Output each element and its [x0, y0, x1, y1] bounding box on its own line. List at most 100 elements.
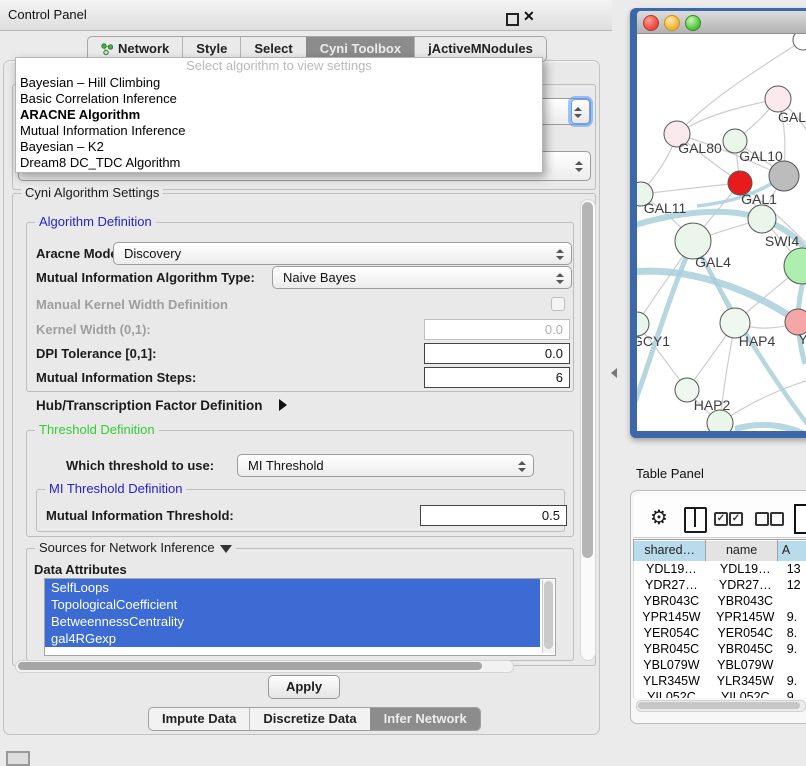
network-node[interactable] — [707, 410, 733, 431]
manual-kernel-checkbox[interactable] — [551, 297, 565, 311]
table-cell: 9. — [782, 609, 806, 625]
apply-button[interactable]: Apply — [268, 675, 340, 699]
table-row[interactable]: YBR043CYBR043C — [634, 593, 806, 609]
node-label-gal4: GAL4 — [695, 254, 731, 270]
mini-panel-button[interactable] — [6, 751, 30, 766]
which-threshold-combo[interactable]: MI Threshold — [237, 454, 534, 477]
unchecked-checkbox-icon[interactable] — [755, 512, 769, 526]
table-horizontal-scrollbar[interactable] — [636, 700, 806, 712]
table-panel-title: Table Panel — [636, 466, 704, 481]
dropdown-items: Bayesian – Hill ClimbingBasic Correlatio… — [16, 75, 542, 171]
settings-horizontal-scrollbar[interactable] — [15, 660, 514, 673]
table-cell: YER054C — [709, 625, 782, 641]
checked-checkbox-icon[interactable]: ✓ — [729, 512, 743, 526]
algorithm-dropdown-popup: Select algorithm to view settings Bayesi… — [15, 57, 543, 173]
kernel-width-field[interactable]: 0.0 — [424, 319, 570, 340]
table-row[interactable]: YER054CYER054C8. — [634, 625, 806, 641]
gear-icon[interactable]: ⚙ — [650, 507, 668, 529]
dropdown-item-bayesian-k2[interactable]: Bayesian – K2 — [16, 139, 542, 155]
node-label-hap2: HAP2 — [694, 397, 731, 413]
aracne-mode-label: Aracne Mode: — [36, 246, 122, 261]
bottom-tab-infer-network[interactable]: Infer Network — [370, 708, 480, 730]
column-header-name[interactable]: name — [706, 540, 777, 561]
network-node[interactable] — [793, 34, 806, 50]
dropdown-item-bayesian-hill-climbing[interactable]: Bayesian – Hill Climbing — [16, 75, 542, 91]
table-cell: YDL19… — [709, 561, 782, 577]
dropdown-item-basic-correlation-inference[interactable]: Basic Correlation Inference — [16, 91, 542, 107]
checked-checkbox-icon[interactable]: ✓ — [714, 512, 728, 526]
table-cell: 13 — [782, 561, 806, 577]
mi-threshold-field[interactable]: 0.5 — [420, 505, 567, 526]
network-node[interactable] — [748, 205, 776, 233]
close-icon[interactable]: ✕ — [523, 8, 535, 25]
dropdown-item-aracne-algorithm[interactable]: ARACNE Algorithm — [16, 107, 542, 123]
expander-arrow-icon[interactable] — [279, 399, 287, 411]
table-cell: YBR045C — [634, 641, 709, 657]
settings-horizontal-thumb[interactable] — [18, 662, 482, 670]
mi-type-label: Mutual Information Algorithm Type: — [36, 270, 255, 285]
table-row[interactable]: YDL19…YDL19…13 — [634, 561, 806, 577]
table-row[interactable]: YPR145WYPR145W9. — [634, 609, 806, 625]
columns-icon[interactable] — [684, 507, 707, 533]
dpi-tolerance-field[interactable]: 0.0 — [424, 343, 570, 364]
float-panel-icon[interactable] — [506, 13, 519, 26]
node-label-gal1: GAL1 — [741, 191, 777, 207]
mi-type-combo[interactable]: Naive Bayes — [272, 266, 572, 289]
hub-definition-expander[interactable]: Hub/Transcription Factor Definition — [36, 398, 263, 413]
table-cell: YIL052C — [634, 689, 709, 698]
minimize-traffic-light[interactable] — [664, 15, 680, 31]
algorithm-selector-stepper[interactable] — [571, 99, 590, 124]
table-row[interactable]: YIL052CYIL052C9 — [634, 689, 806, 698]
bottom-tab-impute-data[interactable]: Impute Data — [149, 708, 249, 730]
control-panel-titlebar — [0, 0, 612, 31]
settings-vertical-thumb[interactable] — [582, 202, 593, 558]
kernel-width-label: Kernel Width (0,1): — [36, 322, 151, 337]
attribute-item-topologicalcoefficient[interactable]: TopologicalCoefficient — [45, 596, 540, 613]
zoom-traffic-light[interactable] — [685, 15, 701, 31]
column-header-shared-[interactable]: shared… — [634, 540, 706, 561]
bottom-tab-discretize-data[interactable]: Discretize Data — [249, 708, 369, 730]
network-graph-canvas[interactable]: GALGAL80GAL10GAL1GAL11SWI4GAL4GCY1HAP4YH… — [637, 34, 806, 431]
splitter-collapse-icon[interactable] — [611, 368, 617, 378]
algorithm-definition-title: Algorithm Definition — [35, 214, 156, 229]
network-node[interactable] — [769, 161, 799, 191]
table-cell: 9. — [782, 641, 806, 657]
unchecked-checkbox-icon[interactable] — [770, 512, 784, 526]
sources-group-title[interactable]: Sources for Network Inference — [35, 540, 236, 555]
table-cell: YLR345W — [634, 673, 709, 689]
column-header-a[interactable]: A — [778, 540, 806, 561]
node-label-hap4: HAP4 — [739, 333, 776, 349]
table-cell: YDR27… — [709, 577, 782, 593]
table-horizontal-thumb[interactable] — [638, 702, 800, 709]
attribute-item-selfloops[interactable]: SelfLoops — [45, 579, 540, 596]
table-cell: YBL079W — [709, 657, 782, 673]
mi-steps-field[interactable]: 6 — [424, 367, 570, 388]
table-cell: YDR27… — [634, 577, 709, 593]
settings-vertical-scrollbar[interactable] — [580, 199, 596, 661]
attributes-scrollbar-thumb[interactable] — [544, 581, 553, 649]
data-attributes-label: Data Attributes — [34, 562, 127, 577]
table-cell: YBR045C — [709, 641, 782, 657]
attribute-item-gal4rgexp[interactable]: gal4RGexp — [45, 630, 540, 647]
close-traffic-light[interactable] — [643, 15, 659, 31]
dropdown-item-mutual-information-inference[interactable]: Mutual Information Inference — [16, 123, 542, 139]
manual-kernel-label: Manual Kernel Width Definition — [36, 297, 228, 312]
node-label-gal: GAL — [778, 109, 806, 125]
table-cell: YPR145W — [709, 609, 782, 625]
data-attributes-list: SelfLoopsTopologicalCoefficientBetweenne… — [44, 578, 556, 656]
table-row[interactable]: YBL079WYBL079W — [634, 657, 806, 673]
which-threshold-label: Which threshold to use: — [66, 458, 214, 473]
attributes-scrollbar[interactable] — [542, 580, 554, 653]
aracne-mode-combo[interactable]: Discovery — [113, 242, 572, 265]
table-cell: YBL079W — [634, 657, 709, 673]
dropdown-item-dream8-dc-tdc-algorithm[interactable]: Dream8 DC_TDC Algorithm — [16, 155, 542, 171]
table-row[interactable]: YDR27…YDR27…12 — [634, 577, 806, 593]
network-tab-icon — [101, 43, 113, 55]
attribute-item-betweennesscentrality[interactable]: BetweennessCentrality — [45, 613, 540, 630]
table-row[interactable]: YLR345WYLR345W9. — [634, 673, 806, 689]
table-row[interactable]: YBR045CYBR045C9. — [634, 641, 806, 657]
table-cell: YBR043C — [709, 593, 782, 609]
document-icon[interactable] — [794, 504, 806, 534]
mi-steps-label: Mutual Information Steps: — [36, 370, 196, 385]
network-window-titlebar[interactable] — [637, 11, 806, 34]
